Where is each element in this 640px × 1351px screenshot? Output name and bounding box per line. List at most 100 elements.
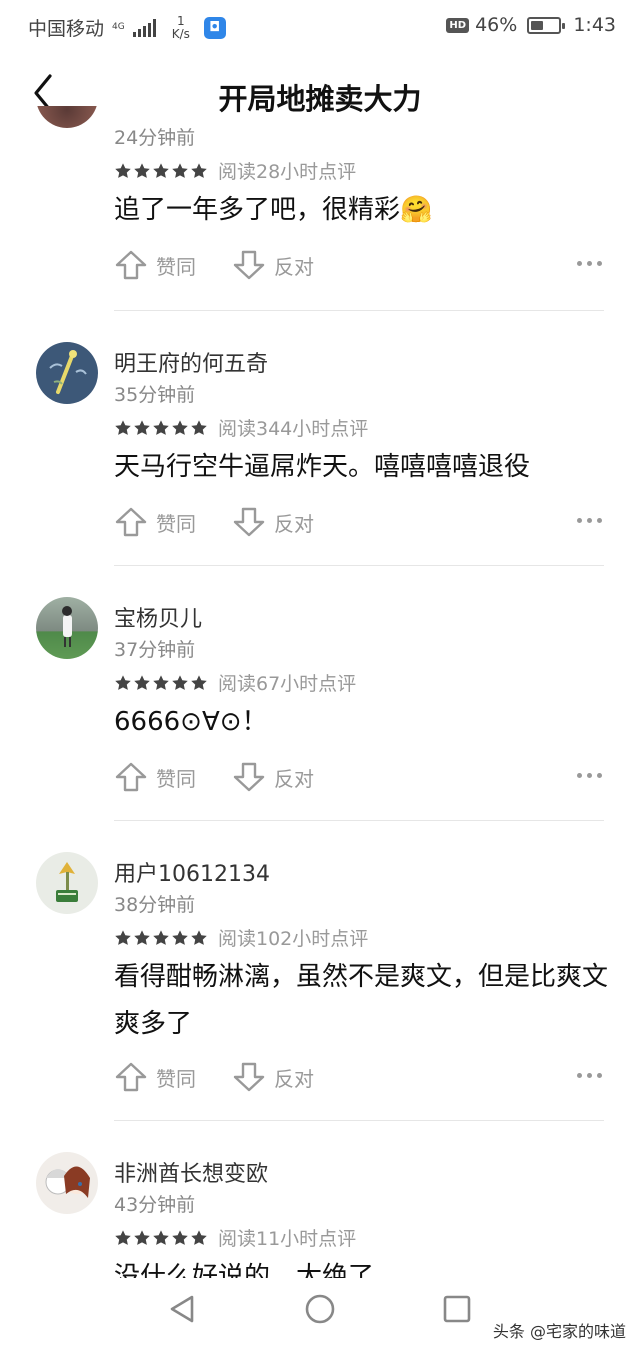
star-icon [171, 162, 189, 180]
triangle-back-icon [170, 1295, 194, 1323]
star-icon [152, 929, 170, 947]
nav-recents-button[interactable] [440, 1292, 474, 1330]
like-button[interactable]: 赞同 [114, 249, 196, 281]
clock: 1:43 [573, 14, 616, 36]
dislike-button[interactable]: 反对 [232, 1061, 314, 1093]
avatar-image [56, 862, 78, 902]
comment-actions: 赞同 反对 [114, 1061, 606, 1095]
like-label: 赞同 [156, 254, 196, 279]
avatar-image [62, 606, 72, 647]
signal-icon [132, 18, 156, 37]
comment-time: 37分钟前 [114, 639, 196, 661]
battery-percent: 46% [475, 14, 518, 36]
avatar[interactable] [36, 852, 98, 914]
star-icon [133, 1229, 151, 1247]
star-icon [171, 1229, 189, 1247]
comment-text: 追了一年多了吧，很精彩🤗 [114, 195, 433, 225]
comment-list[interactable]: 24分钟前 阅读28小时点评 追了一年多了吧，很精彩🤗 赞同 反对 明王府的何五… [0, 106, 640, 1278]
star-icon [190, 162, 208, 180]
star-icon [114, 162, 132, 180]
avatar[interactable] [36, 342, 98, 404]
star-icon [190, 419, 208, 437]
star-icon [152, 162, 170, 180]
comment-read-info: 阅读344小时点评 [218, 418, 369, 440]
thumbs-down-arrow-icon [232, 506, 266, 538]
avatar-image [49, 350, 87, 394]
star-icon [114, 419, 132, 437]
dislike-button[interactable]: 反对 [232, 506, 314, 538]
divider [114, 820, 604, 821]
dislike-button[interactable]: 反对 [232, 761, 314, 793]
rating-stars [114, 162, 208, 180]
star-icon [114, 929, 132, 947]
star-icon [133, 419, 151, 437]
comment-author[interactable]: 用户10612134 [114, 856, 270, 888]
thumbs-up-arrow-icon [114, 506, 148, 538]
battery-fill [531, 20, 544, 30]
like-label: 赞同 [156, 766, 196, 791]
avatar[interactable] [36, 106, 98, 128]
comment-time: 43分钟前 [114, 1194, 196, 1216]
avatar[interactable] [36, 597, 98, 659]
divider [114, 565, 604, 566]
rating-stars [114, 929, 208, 947]
star-icon [171, 674, 189, 692]
watermark: 头条 @宅家的味道 [492, 1322, 626, 1341]
dislike-label: 反对 [274, 511, 314, 536]
comment-read-info: 阅读28小时点评 [218, 161, 357, 183]
hd-icon: HD [446, 17, 470, 33]
avatar[interactable] [36, 1152, 98, 1214]
dislike-label: 反对 [274, 1066, 314, 1091]
dislike-button[interactable]: 反对 [232, 249, 314, 281]
comment-read-info: 阅读11小时点评 [218, 1228, 357, 1250]
more-options-icon[interactable] [573, 257, 606, 270]
rating-stars [114, 1229, 208, 1247]
comment-author[interactable]: 宝杨贝儿 [114, 601, 202, 633]
like-button[interactable]: 赞同 [114, 1061, 196, 1093]
comment-meta: 阅读344小时点评 [114, 414, 368, 441]
like-label: 赞同 [156, 1066, 196, 1091]
network-speed-value: 1 [176, 13, 185, 28]
comment-actions: 赞同 反对 [114, 249, 606, 283]
battery-icon [527, 16, 566, 34]
more-options-icon[interactable] [573, 769, 606, 782]
like-button[interactable]: 赞同 [114, 761, 196, 793]
comment-read-info: 阅读67小时点评 [218, 673, 357, 695]
star-icon [133, 929, 151, 947]
comment-text: 看得酣畅淋漓，虽然不是爽文，但是比爽文爽多了 [114, 962, 609, 1039]
star-icon [171, 929, 189, 947]
star-icon [152, 1229, 170, 1247]
comment-author[interactable]: 非洲酋长想变欧 [114, 1156, 268, 1188]
star-icon [114, 674, 132, 692]
app-notification-icon: ◘ [203, 16, 226, 39]
more-options-icon[interactable] [573, 514, 606, 527]
nav-back-button[interactable] [166, 1292, 200, 1330]
carrier-name: 中国移动 [28, 18, 105, 40]
comment-text: 没什么好说的，太绝了 [114, 1262, 375, 1278]
rating-stars [114, 419, 208, 437]
thumbs-up-arrow-icon [114, 1061, 148, 1093]
status-bar: 中国移动 4G 1 K/s ◘ HD 46% 1:43 [0, 0, 640, 56]
comment-time: 24分钟前 [114, 127, 196, 149]
star-icon [133, 674, 151, 692]
comment-author[interactable]: 明王府的何五奇 [114, 346, 268, 378]
system-nav-bar: 头条 @宅家的味道 [0, 1278, 640, 1351]
more-options-icon[interactable] [573, 1069, 606, 1082]
like-label: 赞同 [156, 511, 196, 536]
star-icon [190, 1229, 208, 1247]
network-speed: 1 K/s [171, 13, 190, 41]
like-button[interactable]: 赞同 [114, 506, 196, 538]
comment-actions: 赞同 反对 [114, 761, 606, 795]
network-speed-unit: K/s [171, 26, 190, 41]
nav-home-button[interactable] [303, 1292, 337, 1330]
star-icon [114, 1229, 132, 1247]
star-icon [133, 162, 151, 180]
avatar-image [45, 1166, 90, 1198]
star-icon [152, 674, 170, 692]
divider [114, 1120, 604, 1121]
comment-text: 6666⊙∀⊙！ [114, 707, 268, 737]
comment-time: 38分钟前 [114, 894, 196, 916]
rating-stars [114, 674, 208, 692]
comment-actions: 赞同 反对 [114, 506, 606, 540]
comment-meta: 阅读28小时点评 [114, 157, 356, 184]
